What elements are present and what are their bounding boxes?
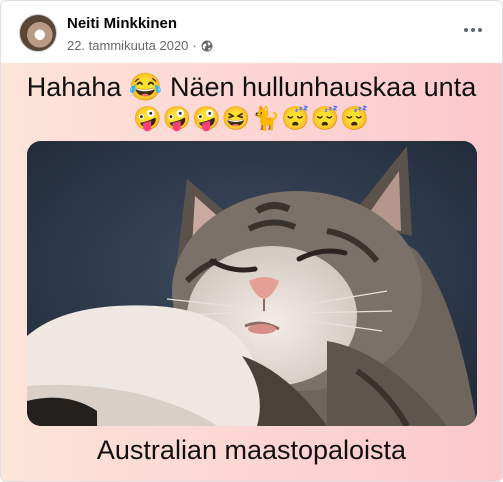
image-caption-bottom: Australian maastopaloista	[96, 435, 407, 465]
globe-icon[interactable]	[201, 40, 213, 52]
image-caption-top: Hahaha 😂 Näen hullunhauskaa unta	[26, 72, 477, 102]
post-header: Neiti Minkkinen 22. tammikuuta 2020 ·	[1, 1, 502, 63]
sleeping-cat-photo	[27, 141, 477, 426]
more-options-icon[interactable]	[464, 25, 484, 35]
emoji-row: 🤪🤪🤪😆🐈😴😴😴	[132, 105, 371, 131]
cat-illustration	[27, 141, 477, 426]
facebook-post-card: Neiti Minkkinen 22. tammikuuta 2020 · Ha…	[0, 0, 503, 482]
meta-separator: ·	[192, 38, 197, 53]
post-image[interactable]: Hahaha 😂 Näen hullunhauskaa unta 🤪🤪🤪😆🐈😴😴…	[1, 63, 502, 481]
author-name[interactable]: Neiti Minkkinen	[67, 15, 177, 32]
post-meta: 22. tammikuuta 2020 ·	[67, 38, 213, 53]
author-avatar[interactable]	[19, 14, 57, 52]
post-date[interactable]: 22. tammikuuta 2020	[67, 38, 188, 53]
